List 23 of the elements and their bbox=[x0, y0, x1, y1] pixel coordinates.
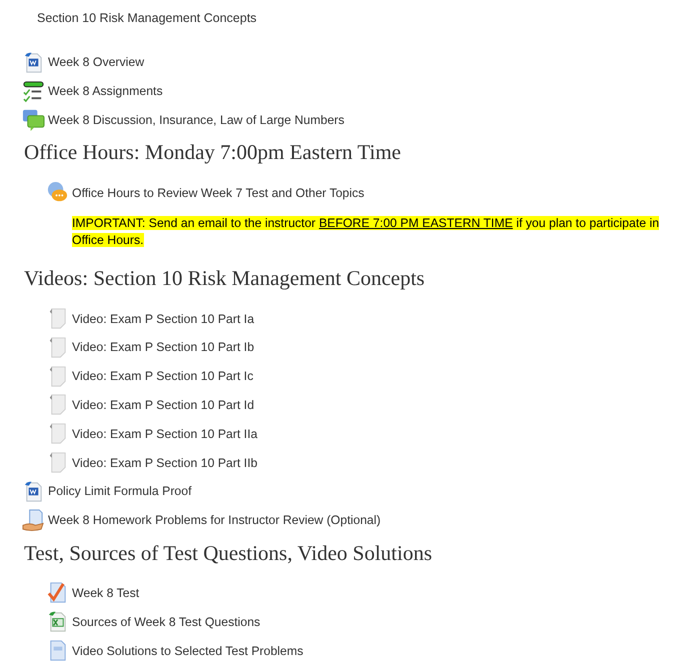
hand-document-icon bbox=[22, 508, 45, 532]
section-heading: Office Hours: Monday 7:00pm Eastern Time bbox=[24, 139, 402, 166]
activity-link[interactable]: Video: Exam P Section 10 Part IIa bbox=[72, 426, 258, 441]
activity-link[interactable]: Sources of Week 8 Test Questions bbox=[72, 614, 260, 629]
activity-link[interactable]: Video: Exam P Section 10 Part IIb bbox=[72, 456, 258, 470]
activity-link[interactable]: Policy Limit Formula Proof bbox=[48, 484, 192, 498]
activity-link[interactable]: Office Hours to Review Week 7 Test and Other Topics bbox=[72, 186, 364, 200]
activity-link[interactable]: Week 8 Overview bbox=[48, 55, 144, 70]
activity-link[interactable]: Video: Exam P Section 10 Part Ic bbox=[72, 369, 254, 384]
activity-link[interactable]: Week 8 Homework Problems for Instructor Review (Optional) bbox=[48, 513, 381, 528]
activity-link[interactable]: Video Solutions to Selected Test Problems bbox=[72, 644, 304, 658]
activity-link[interactable]: Video: Exam P Section 10 Part Ib bbox=[72, 340, 254, 354]
assignment-checklist-icon bbox=[22, 80, 45, 103]
section-summary: Section 10 Risk Management Concepts bbox=[36, 10, 258, 27]
speech-bubbles-icon bbox=[22, 108, 45, 132]
activity-link[interactable]: Video: Exam P Section 10 Part Ia bbox=[72, 312, 254, 326]
activity-link[interactable]: Week 8 Assignments bbox=[48, 84, 163, 98]
section-heading: Videos: Section 10 Risk Management Concepts bbox=[24, 265, 426, 292]
activity-link[interactable]: Week 8 Test bbox=[72, 586, 140, 600]
section-heading: Test, Sources of Test Questions, Video Solutions bbox=[24, 540, 434, 566]
activity-link[interactable]: Week 8 Discussion, Insurance, Law of Large Numbers bbox=[48, 112, 344, 127]
important-notice: IMPORTANT: Send an email to the instructor BEFORE 7:00 PM EASTERN TIME if you plan to participate in Office Hours. bbox=[72, 215, 660, 250]
activity-link[interactable]: Video: Exam P Section 10 Part Id bbox=[72, 398, 254, 412]
